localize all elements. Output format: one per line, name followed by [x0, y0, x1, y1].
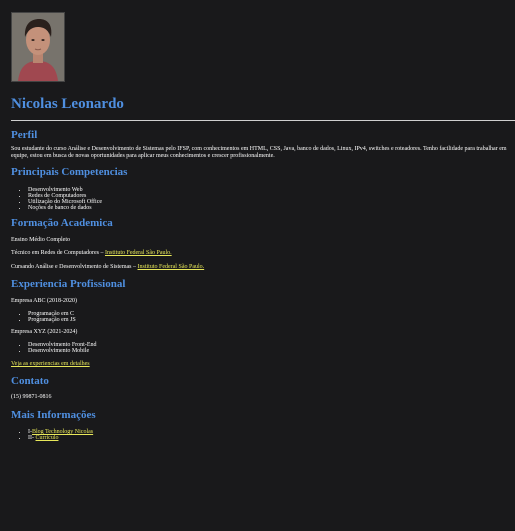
section-heading-competencias: Principais Competencias: [11, 166, 128, 178]
header-divider: [11, 120, 515, 121]
experiencia-details: Veja as experiencias em detalhes: [11, 361, 515, 368]
resume-page: Nicolas Leonardo Perfil Sou estudante do…: [0, 0, 515, 531]
formacao-entry: Ensino Médio Completo: [11, 237, 515, 244]
list-item: Noções de banco de dados: [28, 205, 515, 211]
profile-photo-image: [12, 13, 64, 81]
job-items-list: Programação em C Programação em JS: [11, 311, 515, 323]
formacao-entry-text: Cursando Análise e Desenvolvimento de Si…: [11, 264, 138, 270]
job-company: Empresa ABC (2018-2020): [11, 298, 77, 304]
list-item: II- Curriculo: [28, 435, 515, 441]
competencias-list: Desenvolvimento Web Redes de Computadore…: [11, 187, 515, 211]
list-item: Programação em JS: [28, 317, 515, 323]
section-heading-contato: Contato: [11, 375, 49, 387]
mais-list: I-Blog Technology Nicolas II- Curriculo: [11, 429, 515, 441]
instituto-link[interactable]: Instituto Federal São Paulo.: [105, 250, 172, 256]
perfil-text: Sou estudante do curso Análise e Desenvo…: [11, 146, 507, 159]
formacao-entry-text: Ensino Médio Completo: [11, 237, 70, 243]
list-item: Desenvolvimento Mobile: [28, 348, 515, 354]
curriculo-link[interactable]: Curriculo: [36, 435, 59, 441]
mais-item-prefix: II-: [28, 435, 36, 441]
profile-name: Nicolas Leonardo: [11, 96, 124, 112]
experiencia-details-link[interactable]: Veja as experiencias em detalhes: [11, 361, 90, 367]
contact-phone: (15) 99871-0816: [11, 394, 52, 400]
formacao-entry: Técnico em Redes de Computadores – Insti…: [11, 250, 515, 257]
instituto-link[interactable]: Instituto Federal São Paulo.: [137, 264, 204, 270]
job-company: Empresa XYZ (2021-2024): [11, 329, 78, 335]
section-heading-formacao: Formação Academica: [11, 217, 113, 229]
formacao-entry-text: Técnico em Redes de Computadores –: [11, 250, 105, 256]
section-heading-mais: Mais Informações: [11, 409, 96, 421]
job-items-list: Desenvolvimento Front-End Desenvolviment…: [11, 342, 515, 354]
section-heading-perfil: Perfil: [11, 129, 38, 141]
section-heading-experiencia: Experiencia Profissional: [11, 278, 126, 290]
profile-photo: [11, 12, 65, 82]
formacao-entry: Cursando Análise e Desenvolvimento de Si…: [11, 264, 515, 271]
